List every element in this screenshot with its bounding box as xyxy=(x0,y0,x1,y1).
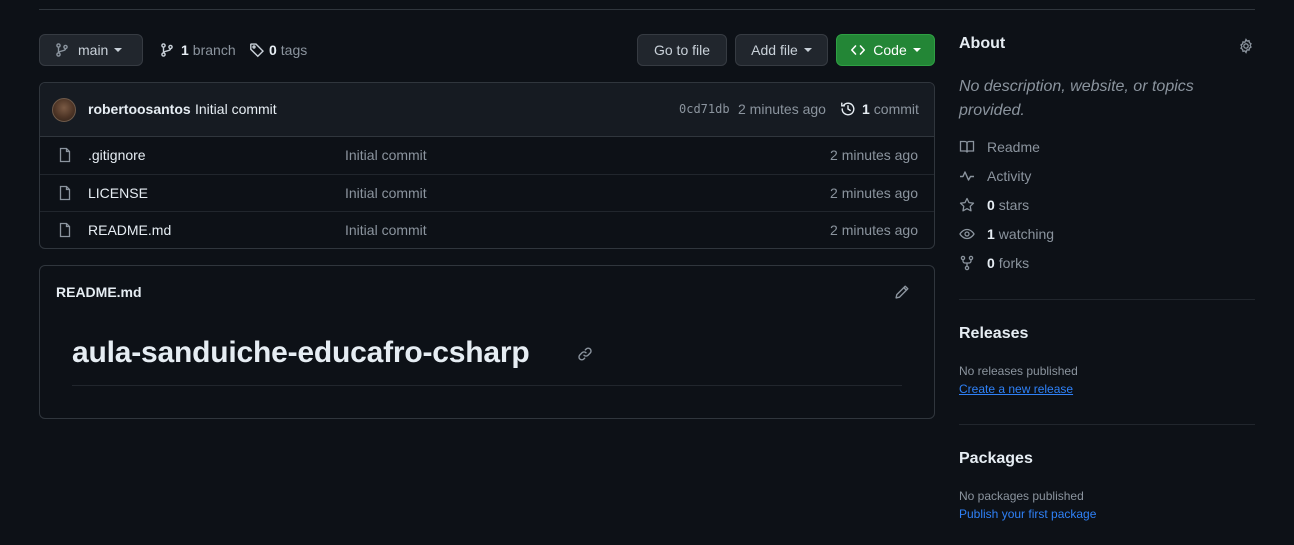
file-commit-message[interactable]: Initial commit xyxy=(345,222,427,238)
packages-title[interactable]: Packages xyxy=(959,450,1033,468)
code-button[interactable]: Code xyxy=(836,34,935,66)
chevron-down-icon xyxy=(912,48,921,52)
branch-select-button[interactable]: main xyxy=(39,34,143,66)
anchor-link-icon[interactable] xyxy=(577,346,593,362)
watching-count: 1 xyxy=(987,226,995,242)
top-divider xyxy=(39,9,1255,10)
star-icon xyxy=(959,197,975,213)
stars-count: 0 xyxy=(987,197,995,213)
tag-count: 0 xyxy=(269,42,277,58)
branch-name: main xyxy=(78,42,109,58)
gear-icon[interactable] xyxy=(1238,38,1254,54)
history-icon xyxy=(840,101,856,117)
commit-message[interactable]: Initial commit xyxy=(195,101,277,117)
commit-history-link[interactable]: 1 commit xyxy=(840,101,919,117)
tag-icon xyxy=(249,42,265,58)
readme-panel: README.md aula-sanduiche-educafro-csharp xyxy=(39,265,935,419)
commit-count-label: commit xyxy=(873,101,919,117)
heading-divider xyxy=(72,385,902,386)
pencil-icon[interactable] xyxy=(894,284,910,300)
file-commit-message[interactable]: Initial commit xyxy=(345,147,427,163)
go-to-file-label: Go to file xyxy=(653,42,711,58)
file-table: robertoosantos Initial commit 0cd71db 2 … xyxy=(39,82,935,249)
pulse-icon xyxy=(959,168,975,184)
file-commit-time: 2 minutes ago xyxy=(830,147,918,163)
fork-icon xyxy=(959,255,975,271)
add-file-button[interactable]: Add file xyxy=(735,34,828,66)
branches-link[interactable]: 1 branch xyxy=(159,34,236,66)
commit-time: 2 minutes ago xyxy=(738,101,826,117)
book-icon xyxy=(959,139,975,155)
commit-count: 1 xyxy=(862,101,870,117)
activity-label: Activity xyxy=(987,168,1032,184)
packages-empty-text: No packages published xyxy=(959,489,1084,503)
eye-icon xyxy=(959,226,975,242)
publish-package-link[interactable]: Publish your first package xyxy=(959,507,1096,521)
file-icon xyxy=(57,185,73,201)
file-name[interactable]: LICENSE xyxy=(88,185,148,201)
stars-link[interactable]: 0 stars xyxy=(959,195,1029,215)
go-to-file-button[interactable]: Go to file xyxy=(637,34,727,66)
branch-label: branch xyxy=(192,42,236,58)
table-row: README.md Initial commit 2 minutes ago xyxy=(40,211,934,248)
repo-toolbar: main 1 branch 0 tags Go to file Add file… xyxy=(39,34,935,66)
forks-count: 0 xyxy=(987,255,995,271)
branch-count: 1 xyxy=(181,42,189,58)
tag-label: tags xyxy=(280,42,308,58)
file-commit-time: 2 minutes ago xyxy=(830,185,918,201)
commit-sha[interactable]: 0cd71db xyxy=(679,102,730,116)
chevron-down-icon xyxy=(114,48,123,52)
readme-label: Readme xyxy=(987,139,1040,155)
file-icon xyxy=(57,147,73,163)
file-commit-message[interactable]: Initial commit xyxy=(345,185,427,201)
latest-commit-bar: robertoosantos Initial commit 0cd71db 2 … xyxy=(40,83,934,137)
add-file-label: Add file xyxy=(751,42,798,58)
sidebar-divider xyxy=(959,299,1255,300)
file-name[interactable]: .gitignore xyxy=(88,147,146,163)
about-title: About xyxy=(959,35,1006,52)
create-release-link[interactable]: Create a new release xyxy=(959,382,1073,396)
readme-filename[interactable]: README.md xyxy=(56,284,142,300)
avatar[interactable] xyxy=(52,98,76,122)
watching-label: watching xyxy=(998,226,1055,242)
commit-author[interactable]: robertoosantos xyxy=(88,101,191,117)
readme-heading: aula-sanduiche-educafro-csharp xyxy=(72,336,530,369)
readme-link[interactable]: Readme xyxy=(959,137,1040,157)
stars-label: stars xyxy=(998,197,1030,213)
watchers-link[interactable]: 1 watching xyxy=(959,224,1054,244)
sidebar-divider xyxy=(959,424,1255,425)
code-icon xyxy=(850,42,866,58)
forks-link[interactable]: 0 forks xyxy=(959,253,1029,273)
file-icon xyxy=(57,222,73,238)
file-commit-time: 2 minutes ago xyxy=(830,222,918,238)
table-row: .gitignore Initial commit 2 minutes ago xyxy=(40,137,934,174)
forks-label: forks xyxy=(998,255,1030,271)
about-description: No description, website, or topics provi… xyxy=(959,78,1194,119)
branch-icon xyxy=(159,42,175,58)
table-row: LICENSE Initial commit 2 minutes ago xyxy=(40,174,934,211)
releases-title[interactable]: Releases xyxy=(959,325,1028,343)
code-label: Code xyxy=(873,42,907,58)
branch-icon xyxy=(54,42,70,58)
releases-empty-text: No releases published xyxy=(959,364,1078,378)
tags-link[interactable]: 0 tags xyxy=(249,34,307,66)
file-name[interactable]: README.md xyxy=(88,222,171,238)
chevron-down-icon xyxy=(803,48,812,52)
activity-link[interactable]: Activity xyxy=(959,166,1031,186)
